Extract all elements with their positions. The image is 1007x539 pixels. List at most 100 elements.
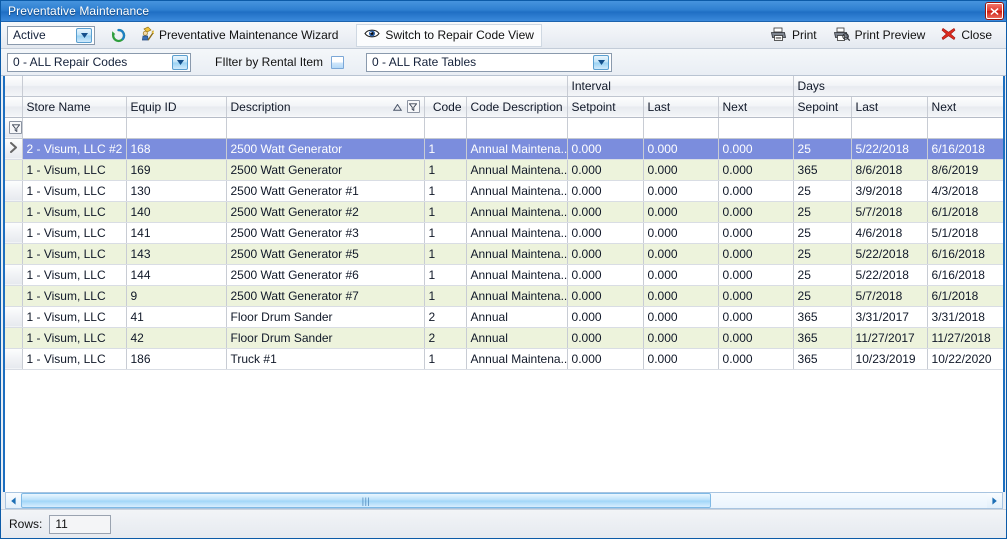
cell-description[interactable]: Truck #1 (226, 348, 425, 370)
cell-store-name[interactable]: 2 - Visum, LLC #2 (22, 138, 127, 160)
cell-equip-id[interactable]: 169 (126, 159, 227, 181)
cell-interval-last[interactable]: 0.000 (643, 138, 719, 160)
cell-interval-next[interactable]: 0.000 (718, 243, 794, 265)
column-header-description[interactable]: Description (226, 95, 425, 118)
row-filter-icon[interactable] (5, 117, 23, 139)
chevron-down-icon[interactable] (172, 54, 188, 70)
column-header-days-sepoint[interactable]: Sepoint (793, 95, 852, 118)
sort-asc-triangle-icon[interactable] (392, 100, 402, 114)
cell-code[interactable]: 1 (424, 348, 467, 370)
column-filter-icon[interactable] (406, 100, 420, 113)
grid-corner-cell[interactable] (5, 76, 23, 97)
chevron-down-icon[interactable] (593, 54, 610, 70)
table-row[interactable]: 1 - Visum, LLC 9 2500 Watt Generator #7 1 An… (5, 285, 1003, 307)
column-header-store-name[interactable]: Store Name (22, 95, 127, 118)
cell-description[interactable]: Floor Drum Sander (226, 327, 425, 349)
cell-interval-next[interactable]: 0.000 (718, 285, 794, 307)
cell-interval-last[interactable]: 0.000 (643, 327, 719, 349)
row-selector-cell[interactable] (5, 348, 23, 370)
cell-days-sepoint[interactable]: 25 (793, 264, 852, 286)
table-row[interactable]: 1 - Visum, LLC 169 2500 Watt Generator 1 Ann… (5, 159, 1003, 181)
cell-code-description[interactable]: Annual Maintena... (466, 243, 568, 265)
filter-cell-interval-last[interactable] (643, 117, 719, 139)
cell-days-sepoint[interactable]: 25 (793, 138, 852, 160)
cell-code-description[interactable]: Annual (466, 306, 568, 328)
cell-interval-next[interactable]: 0.000 (718, 264, 794, 286)
cell-code-description[interactable]: Annual Maintena... (466, 222, 568, 244)
cell-interval-next[interactable]: 0.000 (718, 348, 794, 370)
cell-days-next[interactable]: 6/16/2018 (927, 138, 1003, 160)
cell-interval-next[interactable]: 0.000 (718, 138, 794, 160)
table-row[interactable]: 1 - Visum, LLC 141 2500 Watt Generator #3 1… (5, 222, 1003, 244)
cell-equip-id[interactable]: 42 (126, 327, 227, 349)
column-header-code[interactable]: Code (424, 95, 467, 118)
cell-store-name[interactable]: 1 - Visum, LLC (22, 348, 127, 370)
cell-code[interactable]: 1 (424, 159, 467, 181)
column-header-equip-id[interactable]: Equip ID (126, 95, 227, 118)
cell-interval-next[interactable]: 0.000 (718, 180, 794, 202)
cell-interval-last[interactable]: 0.000 (643, 348, 719, 370)
cell-interval-last[interactable]: 0.000 (643, 159, 719, 181)
cell-days-next[interactable]: 8/6/2019 (927, 159, 1003, 181)
cell-description[interactable]: 2500 Watt Generator #5 (226, 243, 425, 265)
cell-description[interactable]: 2500 Watt Generator #2 (226, 201, 425, 223)
row-selector-cell[interactable] (5, 243, 23, 265)
maintenance-grid[interactable]: Interval Days Store Name Equip ID Descri… (3, 76, 1005, 492)
cell-equip-id[interactable]: 144 (126, 264, 227, 286)
cell-code-description[interactable]: Annual Maintena... (466, 348, 568, 370)
table-row[interactable]: 1 - Visum, LLC 186 Truck #1 1 Annual Mainten… (5, 348, 1003, 370)
print-preview-button[interactable]: Print Preview (825, 24, 934, 47)
column-header-interval-last[interactable]: Last (643, 95, 719, 118)
cell-description[interactable]: Floor Drum Sander (226, 306, 425, 328)
cell-days-next[interactable]: 4/3/2018 (927, 180, 1003, 202)
switch-to-repair-code-view-button[interactable]: Switch to Repair Code View (356, 23, 542, 47)
filter-by-rental-item-checkbox[interactable] (331, 55, 345, 69)
scroll-left-arrow-icon[interactable] (6, 493, 21, 508)
filter-cell-days-next[interactable] (927, 117, 1003, 139)
cell-days-next[interactable]: 5/1/2018 (927, 222, 1003, 244)
cell-store-name[interactable]: 1 - Visum, LLC (22, 264, 127, 286)
cell-days-last[interactable]: 5/7/2018 (851, 285, 928, 307)
rate-tables-combo[interactable]: 0 - ALL Rate Tables (366, 52, 613, 72)
cell-code[interactable]: 1 (424, 285, 467, 307)
cell-code[interactable]: 2 (424, 306, 467, 328)
cell-equip-id[interactable]: 9 (126, 285, 227, 307)
filter-cell-days-sepoint[interactable] (793, 117, 852, 139)
scroll-right-arrow-icon[interactable] (987, 493, 1002, 508)
cell-store-name[interactable]: 1 - Visum, LLC (22, 222, 127, 244)
cell-days-sepoint[interactable]: 25 (793, 285, 852, 307)
cell-code-description[interactable]: Annual Maintena... (466, 180, 568, 202)
current-row-arrow-icon[interactable] (5, 138, 23, 160)
cell-days-sepoint[interactable]: 25 (793, 222, 852, 244)
cell-interval-setpoint[interactable]: 0.000 (567, 159, 644, 181)
cell-days-last[interactable]: 5/22/2018 (851, 243, 928, 265)
cell-days-last[interactable]: 3/31/2017 (851, 306, 928, 328)
filter-cell-code-description[interactable] (466, 117, 568, 139)
table-row[interactable]: 1 - Visum, LLC 140 2500 Watt Generator #2 1… (5, 201, 1003, 223)
cell-interval-next[interactable]: 0.000 (718, 306, 794, 328)
table-row[interactable]: 2 - Visum, LLC #2 168 2500 Watt Generator 1… (5, 138, 1003, 160)
cell-code-description[interactable]: Annual Maintena... (466, 138, 568, 160)
table-row[interactable]: 1 - Visum, LLC 41 Floor Drum Sander 2 Annual… (5, 306, 1003, 328)
cell-code[interactable]: 1 (424, 264, 467, 286)
cell-description[interactable]: 2500 Watt Generator (226, 159, 425, 181)
cell-days-next[interactable]: 6/1/2018 (927, 201, 1003, 223)
filter-cell-store-name[interactable] (22, 117, 127, 139)
cell-interval-setpoint[interactable]: 0.000 (567, 285, 644, 307)
filter-cell-equip-id[interactable] (126, 117, 227, 139)
column-header-code-description[interactable]: Code Description (466, 95, 568, 118)
cell-equip-id[interactable]: 130 (126, 180, 227, 202)
column-header-days-next[interactable]: Next (927, 95, 1003, 118)
status-filter-combo[interactable]: Active (7, 25, 95, 45)
cell-code[interactable]: 2 (424, 327, 467, 349)
cell-equip-id[interactable]: 168 (126, 138, 227, 160)
cell-interval-setpoint[interactable]: 0.000 (567, 264, 644, 286)
cell-code[interactable]: 1 (424, 138, 467, 160)
column-header-days-last[interactable]: Last (851, 95, 928, 118)
column-header-interval-next[interactable]: Next (718, 95, 794, 118)
cell-days-next[interactable]: 6/16/2018 (927, 243, 1003, 265)
cell-code-description[interactable]: Annual Maintena... (466, 264, 568, 286)
cell-code[interactable]: 1 (424, 180, 467, 202)
cell-interval-setpoint[interactable]: 0.000 (567, 243, 644, 265)
cell-description[interactable]: 2500 Watt Generator #7 (226, 285, 425, 307)
